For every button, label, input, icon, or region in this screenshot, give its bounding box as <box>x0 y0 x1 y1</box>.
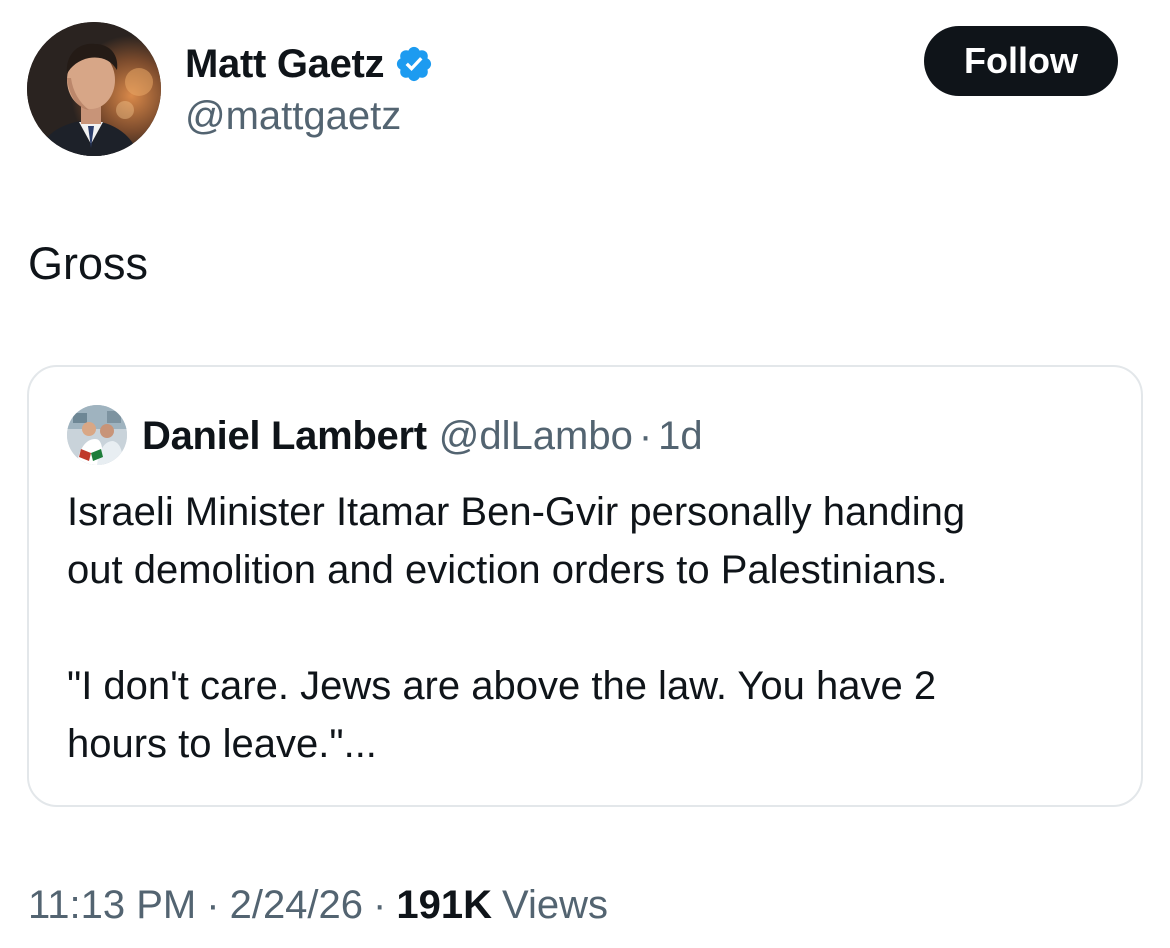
quoted-text-line <box>67 599 1117 657</box>
quoted-author-handle[interactable]: @dlLambo <box>439 414 633 459</box>
tweet-date[interactable]: 2/24/26 <box>230 883 363 928</box>
quoted-separator: · <box>638 413 653 458</box>
verified-badge-icon <box>397 46 432 82</box>
tweet-text: Gross <box>28 238 149 289</box>
views-label: Views <box>502 882 608 927</box>
meta-separator: · <box>373 882 387 927</box>
quoted-author-avatar[interactable] <box>67 405 127 465</box>
quoted-timestamp[interactable]: 1d <box>658 414 703 459</box>
quoted-tweet-header: Daniel Lambert @dlLambo · 1d <box>142 411 703 461</box>
author-avatar-image <box>27 22 161 156</box>
follow-button[interactable]: Follow <box>924 26 1118 96</box>
author-handle[interactable]: @mattgaetz <box>185 94 401 139</box>
quoted-author-name[interactable]: Daniel Lambert <box>142 414 427 459</box>
author-avatar[interactable] <box>27 22 161 156</box>
quoted-text-line: out demolition and eviction orders to Pa… <box>67 548 948 592</box>
meta-separator: · <box>206 882 220 927</box>
quoted-text-line: "I don't care. Jews are above the law. Y… <box>67 664 937 708</box>
quoted-text-line: hours to leave."... <box>67 722 377 766</box>
author-name-row[interactable]: Matt Gaetz <box>185 38 434 90</box>
tweet-view: Matt Gaetz @mattgaetz Follow Gross Danie… <box>0 0 1170 948</box>
author-name[interactable]: Matt Gaetz <box>185 42 385 87</box>
quoted-tweet-card[interactable]: Daniel Lambert @dlLambo · 1d Israeli Min… <box>27 365 1143 807</box>
quoted-author-avatar-image <box>67 405 127 465</box>
views-count[interactable]: 191K <box>396 883 492 928</box>
tweet-time[interactable]: 11:13 PM <box>28 883 196 928</box>
quoted-tweet-text: Israeli Minister Itamar Ben-Gvir persona… <box>67 483 1117 773</box>
tweet-meta: 11:13 PM · 2/24/26 · 191K Views <box>28 880 608 930</box>
quoted-text-line: Israeli Minister Itamar Ben-Gvir persona… <box>67 490 966 534</box>
